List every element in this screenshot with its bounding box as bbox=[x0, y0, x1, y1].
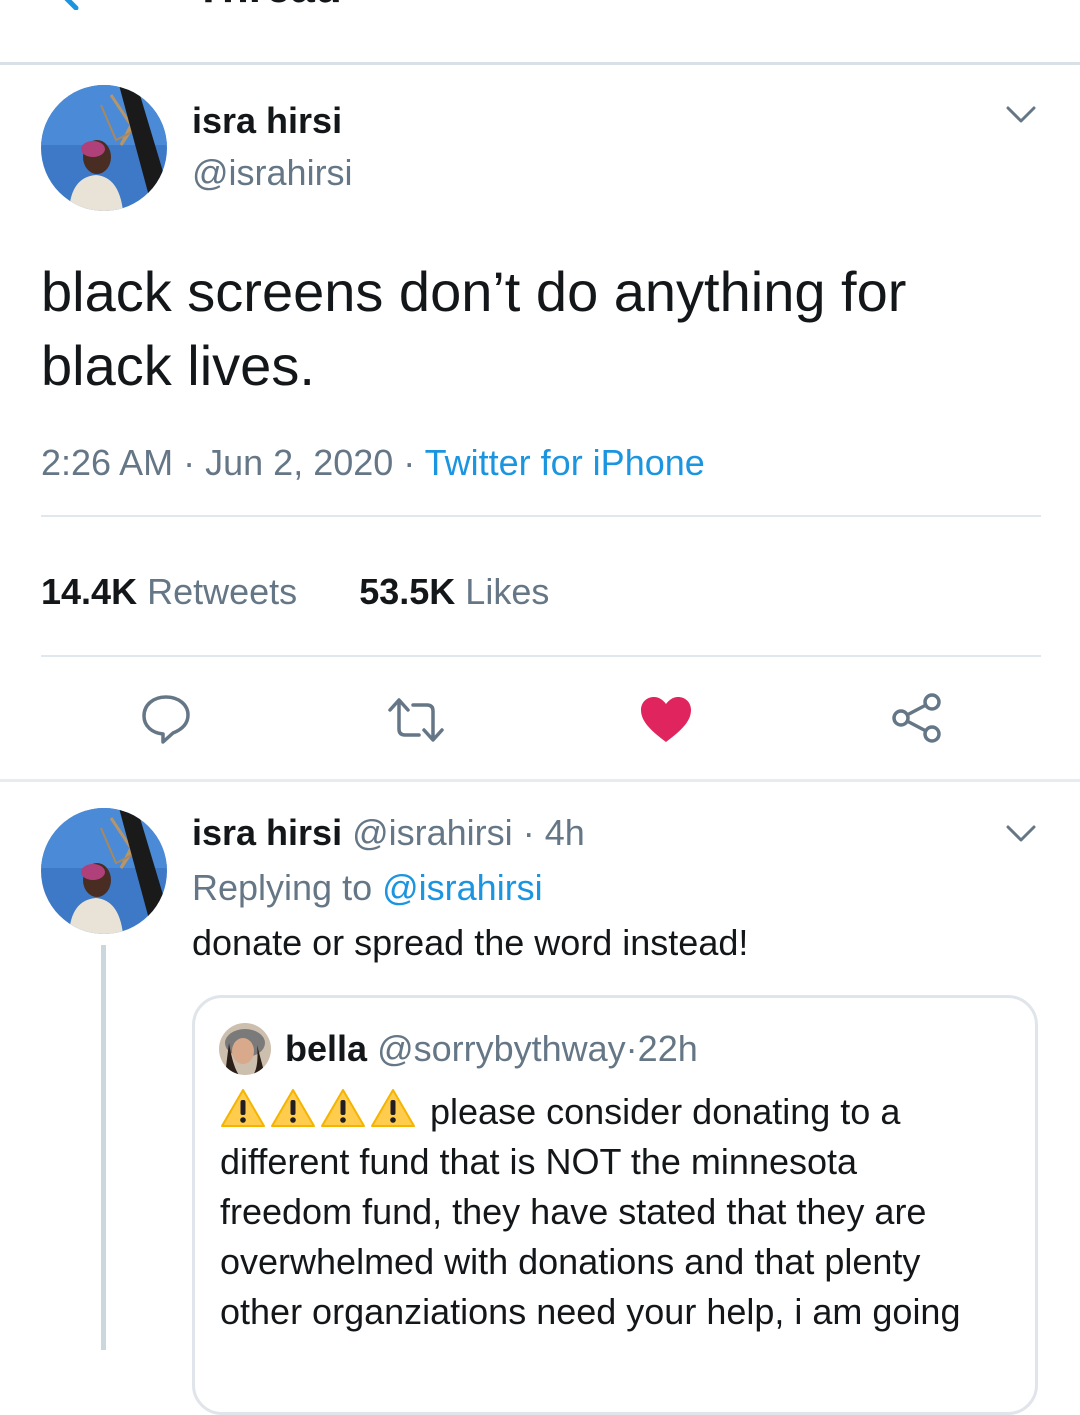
replying-to-handle-link[interactable]: @israhirsi bbox=[382, 867, 543, 908]
author-handle[interactable]: @israhirsi bbox=[192, 152, 353, 194]
tweet-text: black screens don’t do anything for blac… bbox=[41, 255, 1041, 403]
quoted-text-line: other organziations need your help, i am… bbox=[220, 1291, 961, 1332]
quoted-text-line: please consider donating to a bbox=[220, 1087, 960, 1137]
likes-count: 53.5K bbox=[359, 571, 456, 612]
share-icon bbox=[892, 693, 941, 743]
tweet-age: 22h bbox=[637, 1028, 698, 1069]
tweet-text-line: black screens don’t do anything for bbox=[41, 260, 907, 323]
divider bbox=[41, 515, 1041, 517]
quoted-text-line: different fund that is NOT the minnesota bbox=[220, 1141, 858, 1182]
meta-separator: · bbox=[183, 442, 196, 483]
avatar bbox=[219, 1023, 271, 1075]
meta-separator: · bbox=[522, 812, 535, 853]
tweet-source-link[interactable]: Twitter for iPhone bbox=[425, 442, 705, 483]
tweet-text-line: black lives. bbox=[41, 334, 315, 397]
heart-icon bbox=[641, 697, 691, 742]
warning-icon bbox=[271, 1089, 315, 1127]
chevron-down-icon[interactable] bbox=[1006, 824, 1036, 844]
warning-icon bbox=[221, 1089, 265, 1127]
tweet-date: Jun 2, 2020 bbox=[205, 442, 394, 483]
section-divider bbox=[0, 779, 1080, 782]
thread-line bbox=[101, 945, 106, 1350]
tweet-stats: 14.4K Retweets 53.5K Likes bbox=[41, 571, 549, 613]
quoted-header: bella @sorrybythway·22h bbox=[285, 1028, 698, 1070]
likes-label: Likes bbox=[465, 571, 550, 612]
tweet-age: 4h bbox=[544, 812, 585, 853]
meta-separator: · bbox=[625, 1028, 638, 1069]
author-name[interactable]: isra hirsi bbox=[192, 812, 342, 853]
replying-to: Replying to @israhirsi bbox=[192, 867, 543, 909]
retweets-count: 14.4K bbox=[41, 571, 138, 612]
quoted-tweet-card[interactable]: bella @sorrybythway·22h please consider … bbox=[192, 995, 1038, 1415]
avatar[interactable] bbox=[41, 808, 167, 934]
like-button[interactable] bbox=[636, 690, 696, 750]
tweet-time: 2:26 AM bbox=[41, 442, 174, 483]
divider bbox=[41, 655, 1041, 657]
page-title: Thread bbox=[195, 0, 342, 10]
back-arrow-icon[interactable] bbox=[40, 0, 84, 10]
retweet-button[interactable] bbox=[386, 690, 446, 750]
author-name: bella bbox=[285, 1028, 368, 1069]
replying-to-label: Replying to bbox=[192, 867, 373, 908]
avatar[interactable] bbox=[41, 85, 167, 211]
header-bar: Thread bbox=[0, 0, 1080, 65]
warning-icon bbox=[371, 1089, 415, 1127]
reply-text: donate or spread the word instead! bbox=[192, 922, 749, 963]
quoted-text-line: freedom fund, they have stated that they… bbox=[220, 1191, 927, 1232]
share-button[interactable] bbox=[886, 688, 946, 748]
author-handle[interactable]: @israhirsi bbox=[352, 812, 513, 853]
quoted-text-line-content: please consider donating to a bbox=[430, 1091, 901, 1132]
reply-button[interactable] bbox=[136, 688, 196, 748]
chevron-down-icon[interactable] bbox=[1006, 105, 1036, 125]
reply-icon bbox=[142, 695, 190, 744]
likes-stat[interactable]: 53.5K Likes bbox=[359, 571, 549, 612]
quoted-text: please consider donating to a different … bbox=[220, 1087, 960, 1337]
retweet-icon bbox=[388, 698, 444, 742]
warning-icon bbox=[321, 1089, 365, 1127]
quoted-text-line: overwhelmed with donations and that plen… bbox=[220, 1241, 921, 1282]
retweets-stat[interactable]: 14.4K Retweets bbox=[41, 571, 307, 612]
retweets-label: Retweets bbox=[147, 571, 298, 612]
meta-separator: · bbox=[403, 442, 416, 483]
reply-header: isra hirsi @israhirsi · 4h bbox=[192, 812, 585, 854]
author-name[interactable]: isra hirsi bbox=[192, 100, 342, 142]
tweet-meta: 2:26 AM · Jun 2, 2020 · Twitter for iPho… bbox=[41, 442, 705, 484]
author-handle: @sorrybythway bbox=[377, 1028, 626, 1069]
